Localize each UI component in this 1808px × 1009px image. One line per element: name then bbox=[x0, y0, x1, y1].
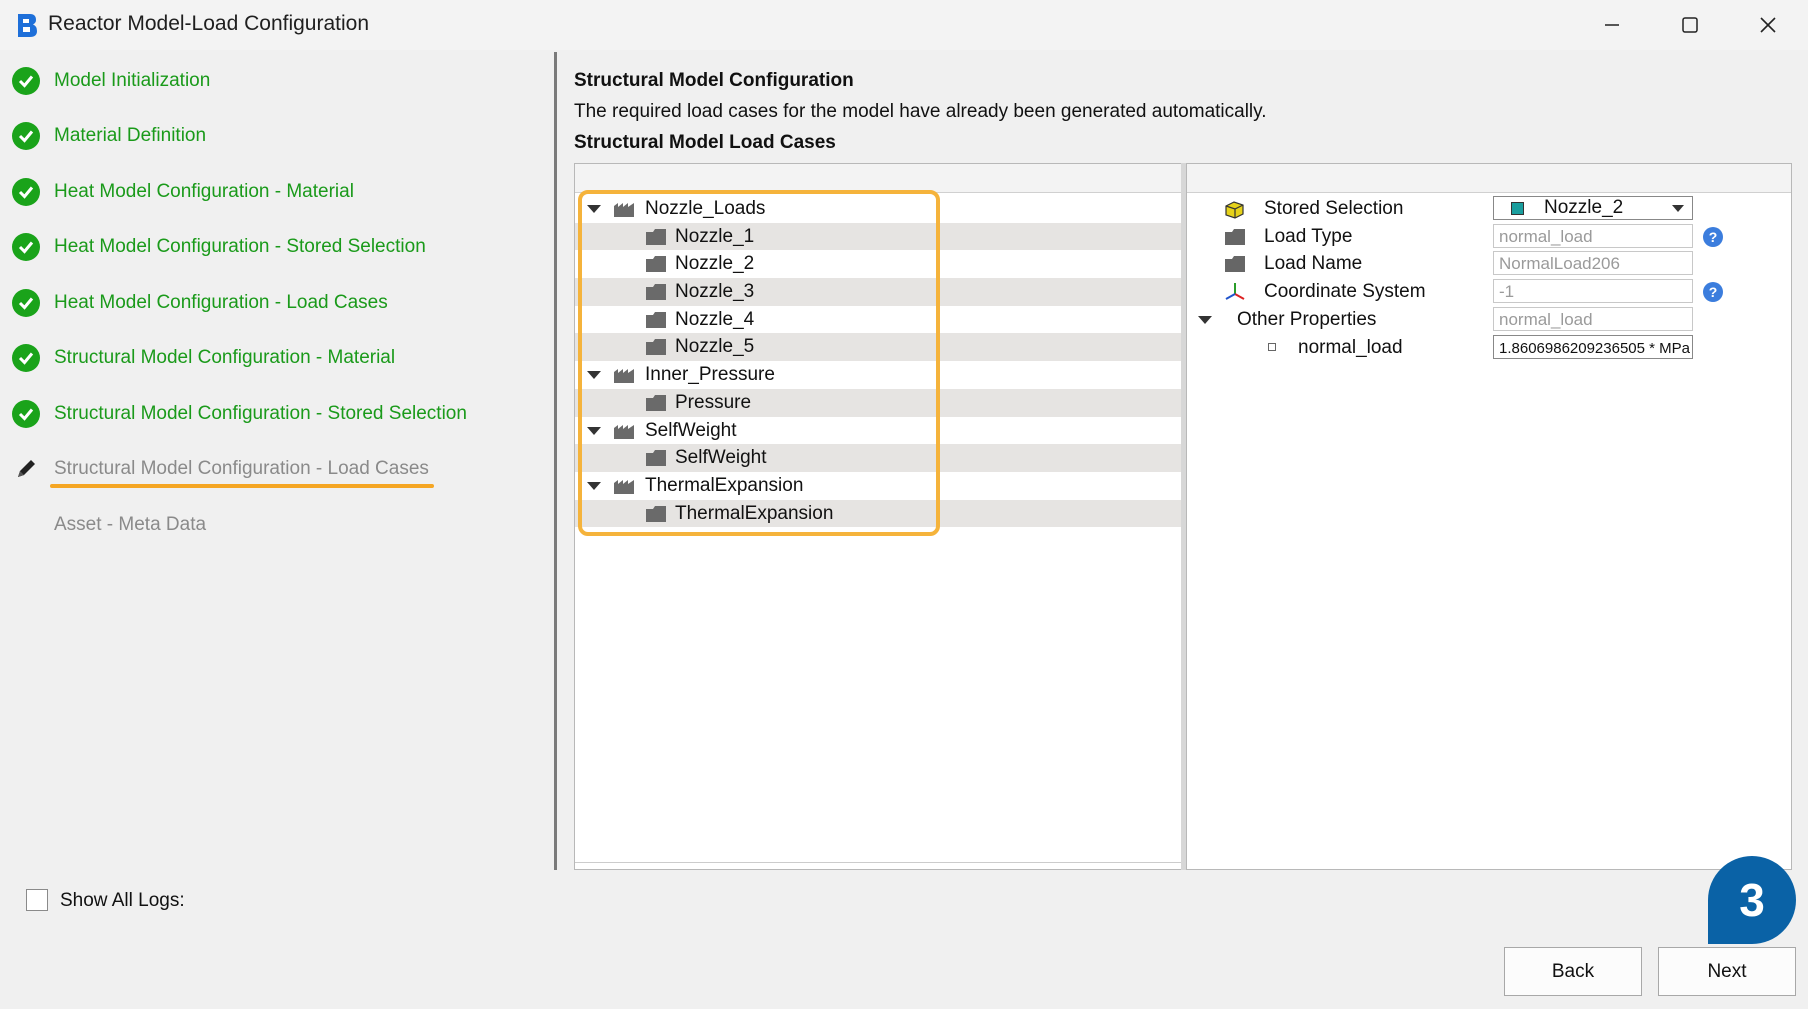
step-heat-load-cases[interactable]: Heat Model Configuration - Load Cases bbox=[12, 288, 388, 318]
step-structural-material[interactable]: Structural Model Configuration - Materia… bbox=[12, 343, 395, 373]
step-material-definition[interactable]: Material Definition bbox=[12, 121, 206, 151]
stored-selection-dropdown[interactable]: Nozzle_2 bbox=[1493, 196, 1693, 220]
check-icon bbox=[12, 289, 40, 317]
step-label: Heat Model Configuration - Material bbox=[54, 181, 354, 202]
step-label: Structural Model Configuration - Load Ca… bbox=[54, 458, 429, 479]
coordinate-axes-icon bbox=[1225, 283, 1245, 300]
prop-label: Coordinate System bbox=[1264, 281, 1426, 303]
prop-row-normal-load: normal_load 1.8606986209236505 * MPa bbox=[1187, 334, 1791, 362]
minimize-button[interactable] bbox=[1578, 6, 1646, 44]
expand-arrow-icon[interactable] bbox=[1198, 315, 1212, 324]
page-title: Structural Model Configuration bbox=[574, 70, 854, 91]
bullet-icon bbox=[1268, 342, 1276, 351]
pencil-icon bbox=[18, 460, 35, 477]
check-icon bbox=[12, 178, 40, 206]
other-properties-field[interactable]: normal_load bbox=[1493, 306, 1693, 331]
title-bar: Reactor Model-Load Configuration bbox=[0, 0, 1808, 50]
check-icon bbox=[12, 400, 40, 428]
load-type-field[interactable]: normal_load bbox=[1493, 223, 1693, 248]
window-title: Reactor Model-Load Configuration bbox=[48, 12, 370, 35]
check-icon bbox=[12, 233, 40, 261]
back-button[interactable]: Back bbox=[1504, 947, 1642, 996]
step-number-badge: 3 bbox=[1708, 856, 1796, 944]
page-description: The required load cases for the model ha… bbox=[574, 101, 1267, 122]
folder-icon bbox=[1225, 228, 1245, 245]
prop-row-coordinate-system: Coordinate System -1 ? bbox=[1187, 278, 1791, 306]
folder-icon bbox=[1225, 256, 1245, 273]
step-label: Heat Model Configuration - Stored Select… bbox=[54, 236, 426, 257]
chevron-down-icon bbox=[1672, 205, 1684, 212]
close-icon bbox=[1760, 17, 1776, 33]
properties-panel[interactable]: Stored Selection Nozzle_2 Load Type norm… bbox=[1186, 163, 1792, 870]
next-button[interactable]: Next bbox=[1658, 947, 1796, 996]
step-model-initialization[interactable]: Model Initialization bbox=[12, 66, 210, 96]
check-icon bbox=[12, 122, 40, 150]
active-step-underline bbox=[50, 484, 434, 488]
step-label: Structural Model Configuration - Materia… bbox=[54, 347, 396, 368]
prop-label: Other Properties bbox=[1237, 308, 1377, 330]
help-icon[interactable]: ? bbox=[1703, 282, 1723, 303]
normal-load-field[interactable]: 1.8606986209236505 * MPa bbox=[1493, 334, 1693, 359]
tree-highlight-box bbox=[578, 190, 940, 536]
selection-cube-icon bbox=[1225, 201, 1244, 219]
maximize-button[interactable] bbox=[1656, 6, 1724, 44]
properties-header bbox=[1187, 164, 1791, 193]
prop-row-stored-selection: Stored Selection Nozzle_2 bbox=[1187, 195, 1791, 223]
coordinate-system-field[interactable]: -1 bbox=[1493, 279, 1693, 304]
prop-row-load-name: Load Name NormalLoad206 bbox=[1187, 250, 1791, 278]
dropdown-value: Nozzle_2 bbox=[1544, 197, 1624, 218]
prop-label: normal_load bbox=[1298, 336, 1403, 358]
check-icon bbox=[12, 67, 40, 95]
maximize-icon bbox=[1682, 17, 1698, 33]
step-label: Structural Model Configuration - Stored … bbox=[54, 403, 467, 424]
step-label: Model Initialization bbox=[54, 70, 211, 91]
step-label: Asset - Meta Data bbox=[54, 514, 207, 535]
show-logs-checkbox[interactable] bbox=[26, 889, 48, 911]
app-logo-icon bbox=[18, 14, 37, 37]
prop-label: Load Name bbox=[1264, 253, 1363, 275]
panel-divider[interactable] bbox=[554, 52, 557, 870]
close-button[interactable] bbox=[1734, 6, 1802, 44]
teal-square-icon bbox=[1511, 201, 1524, 215]
step-heat-material[interactable]: Heat Model Configuration - Material bbox=[12, 177, 354, 207]
show-logs-label: Show All Logs: bbox=[60, 890, 185, 911]
tree-header bbox=[575, 164, 1183, 193]
step-label: Heat Model Configuration - Load Cases bbox=[54, 292, 388, 313]
step-structural-stored-selection[interactable]: Structural Model Configuration - Stored … bbox=[12, 399, 467, 429]
section-title: Structural Model Load Cases bbox=[574, 132, 836, 153]
prop-row-other-properties[interactable]: Other Properties normal_load bbox=[1187, 306, 1791, 334]
horizontal-scrollbar[interactable] bbox=[575, 862, 1183, 871]
check-icon bbox=[12, 344, 40, 372]
prop-label: Stored Selection bbox=[1264, 198, 1404, 219]
step-heat-stored-selection[interactable]: Heat Model Configuration - Stored Select… bbox=[12, 232, 426, 262]
minimize-icon bbox=[1605, 24, 1619, 26]
prop-label: Load Type bbox=[1264, 225, 1353, 247]
load-name-field[interactable]: NormalLoad206 bbox=[1493, 251, 1693, 276]
step-structural-load-cases[interactable]: Structural Model Configuration - Load Ca… bbox=[12, 454, 429, 484]
help-icon[interactable]: ? bbox=[1703, 226, 1723, 247]
step-label: Material Definition bbox=[54, 125, 207, 146]
prop-row-load-type: Load Type normal_load ? bbox=[1187, 223, 1791, 251]
